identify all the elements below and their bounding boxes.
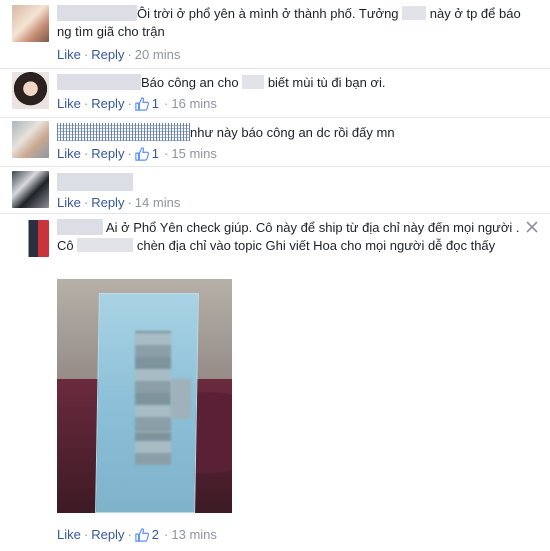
thumbs-up-icon[interactable]: [135, 147, 149, 165]
timestamp[interactable]: 16 mins: [171, 96, 217, 111]
divider: [0, 166, 550, 167]
redacted-author-name[interactable]: [57, 5, 137, 21]
redacted-author-name[interactable]: [57, 123, 190, 141]
divider: [0, 213, 550, 214]
reply-link[interactable]: Reply: [91, 96, 124, 111]
reply-link[interactable]: Reply: [91, 146, 124, 161]
like-count[interactable]: 1: [152, 146, 159, 161]
timestamp[interactable]: 20 mins: [135, 47, 181, 62]
pixelated-address: [171, 379, 191, 419]
timestamp[interactable]: 14 mins: [135, 195, 181, 210]
comment-text: Ôi trời ở phổ yên à mình ở thành phố. Tư…: [57, 5, 521, 39]
thumbs-up-icon[interactable]: [135, 528, 149, 546]
avatar[interactable]: [12, 121, 49, 158]
redacted-author-name[interactable]: [57, 219, 103, 235]
pixelated-address: [135, 331, 171, 465]
like-link[interactable]: Like: [57, 527, 81, 542]
like-count[interactable]: 2: [152, 527, 159, 542]
avatar[interactable]: [12, 72, 49, 109]
like-link[interactable]: Like: [57, 47, 81, 62]
like-link[interactable]: Like: [57, 146, 81, 161]
avatar[interactable]: [12, 171, 49, 208]
comment-text: Báo công an cho biết mùi tù đi bạn ơi.: [57, 74, 530, 92]
timestamp[interactable]: 13 mins: [171, 527, 217, 542]
reply-link[interactable]: Reply: [91, 527, 124, 542]
like-count[interactable]: 1: [152, 96, 159, 111]
comment-actions: Like · Reply · 14 mins: [57, 195, 181, 210]
avatar[interactable]: [12, 220, 49, 257]
comment-text: [57, 173, 530, 193]
redacted-word: [242, 75, 265, 89]
reply-link[interactable]: Reply: [91, 47, 124, 62]
reply-link[interactable]: Reply: [91, 195, 124, 210]
comment-text: Ai ở Phổ Yên check giúp. Cô này để ship …: [57, 219, 520, 253]
comment-actions: Like · Reply · 20 mins: [57, 47, 181, 62]
comment-actions: Like · Reply · 1 · 15 mins: [57, 146, 217, 165]
avatar[interactable]: [12, 5, 49, 42]
divider: [0, 68, 550, 69]
like-link[interactable]: Like: [57, 195, 81, 210]
close-icon[interactable]: [526, 221, 538, 233]
divider: [0, 117, 550, 118]
attached-photo[interactable]: [57, 279, 232, 513]
comment-actions: Like · Reply · 2 · 13 mins: [57, 527, 217, 546]
thumbs-up-icon[interactable]: [135, 97, 149, 115]
timestamp[interactable]: 15 mins: [171, 146, 217, 161]
redacted-word: [402, 6, 427, 20]
comment-actions: Like · Reply · 1 · 16 mins: [57, 96, 217, 115]
redacted-author-name[interactable]: [57, 173, 133, 191]
redacted-author-name[interactable]: [57, 74, 141, 90]
like-link[interactable]: Like: [57, 96, 81, 111]
comment-text: như này báo công an dc rồi đấy mn: [57, 123, 530, 142]
redacted-word: [77, 238, 134, 252]
